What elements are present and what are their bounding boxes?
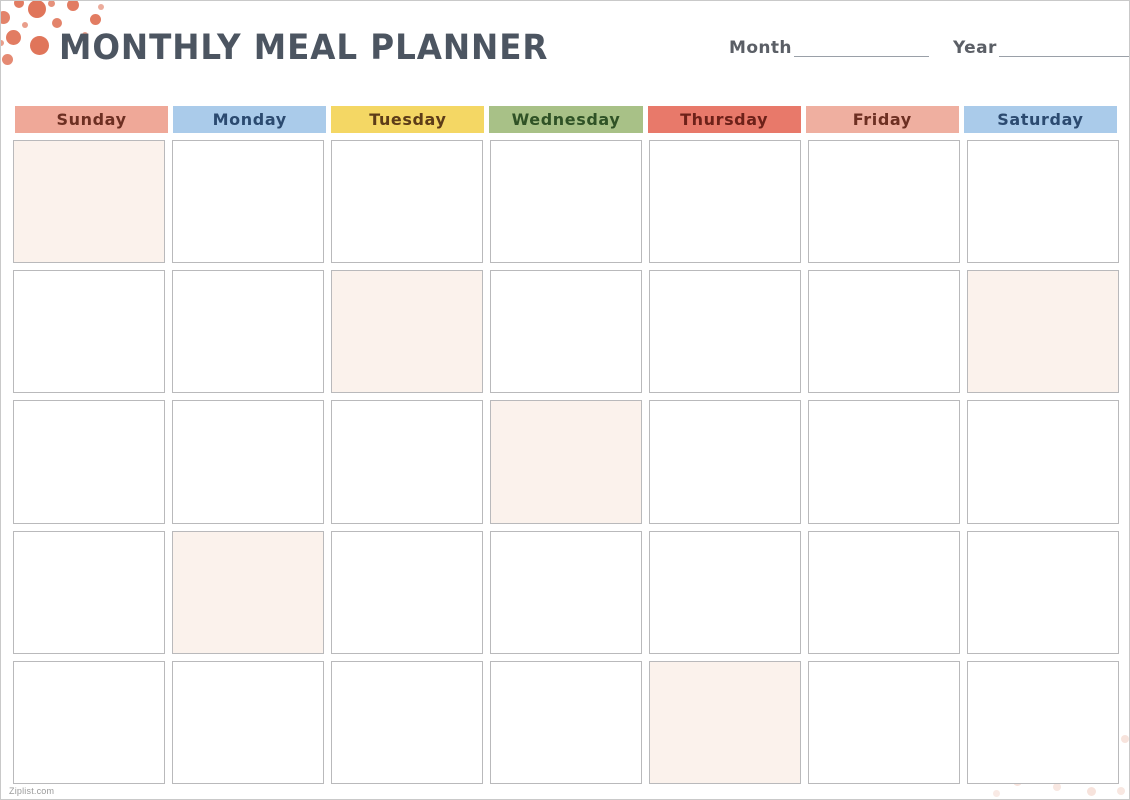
calendar-cell[interactable] xyxy=(649,270,801,394)
decorative-dot xyxy=(1053,783,1061,791)
calendar-cell[interactable] xyxy=(490,140,642,264)
calendar-cell[interactable] xyxy=(172,660,324,784)
weekday-header-label: Monday xyxy=(212,110,287,129)
weekday-header-friday: Friday xyxy=(805,106,959,133)
calendar-cell[interactable] xyxy=(490,530,642,654)
calendar-cell[interactable] xyxy=(490,270,642,394)
calendar-cell[interactable] xyxy=(331,140,483,264)
weekday-header-row: Sunday Monday Tuesday Wednesday Thursday Frid… xyxy=(15,106,1117,133)
page-header: MONTHLY MEAL PLANNER Month Year xyxy=(1,1,1129,93)
calendar-cell[interactable] xyxy=(808,400,960,524)
weekday-header-wednesday: Wednesday xyxy=(489,106,643,133)
calendar-grid xyxy=(13,140,1119,784)
month-field-line[interactable] xyxy=(793,56,929,57)
page-title: MONTHLY MEAL PLANNER xyxy=(59,28,549,68)
calendar-cell[interactable] xyxy=(808,660,960,784)
calendar-cell[interactable] xyxy=(967,530,1119,654)
year-field-line[interactable] xyxy=(998,56,1129,57)
weekday-header-saturday: Saturday xyxy=(963,106,1117,133)
decorative-dot xyxy=(1121,735,1129,743)
calendar-cell[interactable] xyxy=(490,660,642,784)
calendar-cell[interactable] xyxy=(172,530,324,654)
weekday-header-thursday: Thursday xyxy=(647,106,801,133)
calendar-cell[interactable] xyxy=(172,400,324,524)
month-field-label: Month xyxy=(729,38,792,58)
weekday-header-sunday: Sunday xyxy=(15,106,169,133)
calendar-cell[interactable] xyxy=(649,400,801,524)
weekday-header-monday: Monday xyxy=(173,106,327,133)
calendar-cell[interactable] xyxy=(13,400,165,524)
calendar-cell[interactable] xyxy=(808,140,960,264)
calendar-cell[interactable] xyxy=(967,400,1119,524)
calendar-cell[interactable] xyxy=(808,530,960,654)
month-field[interactable]: Month xyxy=(729,33,929,59)
weekday-header-label: Saturday xyxy=(997,110,1084,129)
calendar-cell[interactable] xyxy=(649,140,801,264)
weekday-header-label: Thursday xyxy=(680,110,769,129)
decorative-dot xyxy=(1117,787,1125,795)
calendar-cell[interactable] xyxy=(649,530,801,654)
calendar-cell[interactable] xyxy=(808,270,960,394)
calendar-cell[interactable] xyxy=(13,140,165,264)
planner-page: MONTHLY MEAL PLANNER Month Year Sunday Mo… xyxy=(0,0,1130,800)
calendar-cell[interactable] xyxy=(490,400,642,524)
calendar-cell[interactable] xyxy=(967,140,1119,264)
decorative-dot xyxy=(1086,786,1096,796)
weekday-header-label: Wednesday xyxy=(511,110,621,129)
calendar-cell[interactable] xyxy=(172,140,324,264)
weekday-header-label: Sunday xyxy=(56,110,127,129)
weekday-header-label: Friday xyxy=(852,110,912,129)
calendar-cell[interactable] xyxy=(331,530,483,654)
calendar-cell[interactable] xyxy=(967,270,1119,394)
calendar-cell[interactable] xyxy=(172,270,324,394)
footer-credit: Ziplist.com xyxy=(9,786,55,796)
calendar-cell[interactable] xyxy=(331,400,483,524)
calendar-cell[interactable] xyxy=(13,270,165,394)
year-field-label: Year xyxy=(953,38,997,58)
weekday-header-tuesday: Tuesday xyxy=(331,106,485,133)
calendar-cell[interactable] xyxy=(13,660,165,784)
calendar-cell[interactable] xyxy=(331,270,483,394)
calendar-cell[interactable] xyxy=(649,660,801,784)
calendar-cell[interactable] xyxy=(13,530,165,654)
calendar-cell[interactable] xyxy=(331,660,483,784)
year-field[interactable]: Year xyxy=(953,33,1129,59)
decorative-dot xyxy=(992,789,1000,797)
calendar-cell[interactable] xyxy=(967,660,1119,784)
weekday-header-label: Tuesday xyxy=(369,110,447,129)
